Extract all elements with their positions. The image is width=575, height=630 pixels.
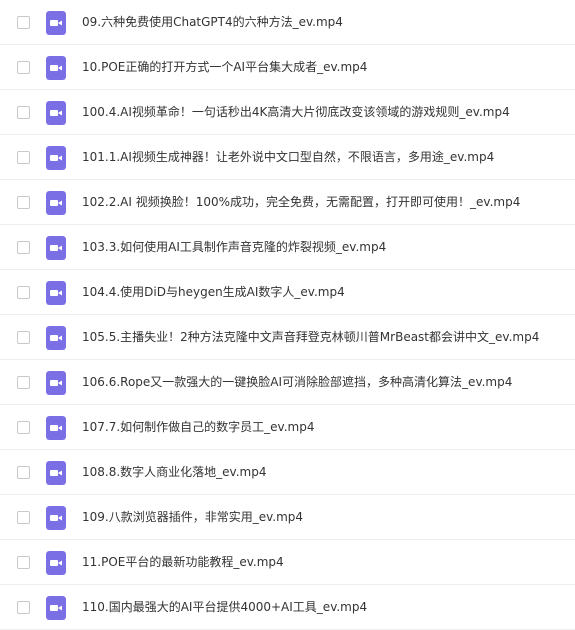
video-file-icon (46, 416, 66, 440)
file-row[interactable]: 110.国内最强大的AI平台提供4000+AI工具_ev.mp4 (0, 585, 575, 630)
file-name[interactable]: 100.4.AI视频革命！一句话秒出4K高清大片彻底改变该领域的游戏规则_ev.… (82, 90, 510, 135)
video-file-icon (46, 551, 66, 575)
file-name[interactable]: 107.7.如何制作做自己的数字员工_ev.mp4 (82, 405, 314, 450)
file-name[interactable]: 101.1.AI视频生成神器！让老外说中文口型自然，不限语言，多用途_ev.mp… (82, 135, 494, 180)
row-checkbox[interactable] (17, 286, 30, 299)
video-file-icon (46, 371, 66, 395)
video-file-icon (46, 281, 66, 305)
file-row[interactable]: 108.8.数字人商业化落地_ev.mp4 (0, 450, 575, 495)
file-name[interactable]: 10.POE正确的打开方式一个AI平台集大成者_ev.mp4 (82, 45, 367, 90)
video-file-icon (46, 146, 66, 170)
file-name[interactable]: 09.六种免费使用ChatGPT4的六种方法_ev.mp4 (82, 0, 343, 45)
row-checkbox[interactable] (17, 376, 30, 389)
file-row[interactable]: 107.7.如何制作做自己的数字员工_ev.mp4 (0, 405, 575, 450)
row-checkbox[interactable] (17, 151, 30, 164)
row-checkbox[interactable] (17, 106, 30, 119)
file-row[interactable]: 105.5.主播失业！2种方法克隆中文声音拜登克林顿川普MrBeast都会讲中文… (0, 315, 575, 360)
file-name[interactable]: 11.POE平台的最新功能教程_ev.mp4 (82, 540, 284, 585)
file-name[interactable]: 110.国内最强大的AI平台提供4000+AI工具_ev.mp4 (82, 585, 367, 630)
file-name[interactable]: 105.5.主播失业！2种方法克隆中文声音拜登克林顿川普MrBeast都会讲中文… (82, 315, 539, 360)
row-checkbox[interactable] (17, 556, 30, 569)
row-checkbox[interactable] (17, 466, 30, 479)
video-file-icon (46, 56, 66, 80)
file-row[interactable]: 10.POE正确的打开方式一个AI平台集大成者_ev.mp4 (0, 45, 575, 90)
file-row[interactable]: 11.POE平台的最新功能教程_ev.mp4 (0, 540, 575, 585)
row-checkbox[interactable] (17, 16, 30, 29)
video-file-icon (46, 236, 66, 260)
file-name[interactable]: 104.4.使用DiD与heygen生成AI数字人_ev.mp4 (82, 270, 345, 315)
file-row[interactable]: 103.3.如何使用AI工具制作声音克隆的炸裂视频_ev.mp4 (0, 225, 575, 270)
file-row[interactable]: 104.4.使用DiD与heygen生成AI数字人_ev.mp4 (0, 270, 575, 315)
video-file-icon (46, 191, 66, 215)
video-file-icon (46, 596, 66, 620)
row-checkbox[interactable] (17, 61, 30, 74)
row-checkbox[interactable] (17, 421, 30, 434)
file-list: 09.六种免费使用ChatGPT4的六种方法_ev.mp4 10.POE正确的打… (0, 0, 575, 630)
file-row[interactable]: 09.六种免费使用ChatGPT4的六种方法_ev.mp4 (0, 0, 575, 45)
row-checkbox[interactable] (17, 511, 30, 524)
file-name[interactable]: 102.2.AI 视频换脸！100%成功，完全免费，无需配置，打开即可使用！_e… (82, 180, 520, 225)
video-file-icon (46, 11, 66, 35)
row-checkbox[interactable] (17, 196, 30, 209)
row-checkbox[interactable] (17, 601, 30, 614)
video-file-icon (46, 101, 66, 125)
video-file-icon (46, 461, 66, 485)
video-file-icon (46, 326, 66, 350)
file-name[interactable]: 103.3.如何使用AI工具制作声音克隆的炸裂视频_ev.mp4 (82, 225, 386, 270)
file-name[interactable]: 108.8.数字人商业化落地_ev.mp4 (82, 450, 266, 495)
file-row[interactable]: 101.1.AI视频生成神器！让老外说中文口型自然，不限语言，多用途_ev.mp… (0, 135, 575, 180)
file-row[interactable]: 106.6.Rope又一款强大的一键换脸AI可消除脸部遮挡，多种高清化算法_ev… (0, 360, 575, 405)
file-row[interactable]: 102.2.AI 视频换脸！100%成功，完全免费，无需配置，打开即可使用！_e… (0, 180, 575, 225)
row-checkbox[interactable] (17, 241, 30, 254)
video-file-icon (46, 506, 66, 530)
file-name[interactable]: 109.八款浏览器插件，非常实用_ev.mp4 (82, 495, 303, 540)
file-row[interactable]: 100.4.AI视频革命！一句话秒出4K高清大片彻底改变该领域的游戏规则_ev.… (0, 90, 575, 135)
file-name[interactable]: 106.6.Rope又一款强大的一键换脸AI可消除脸部遮挡，多种高清化算法_ev… (82, 360, 512, 405)
file-row[interactable]: 109.八款浏览器插件，非常实用_ev.mp4 (0, 495, 575, 540)
row-checkbox[interactable] (17, 331, 30, 344)
